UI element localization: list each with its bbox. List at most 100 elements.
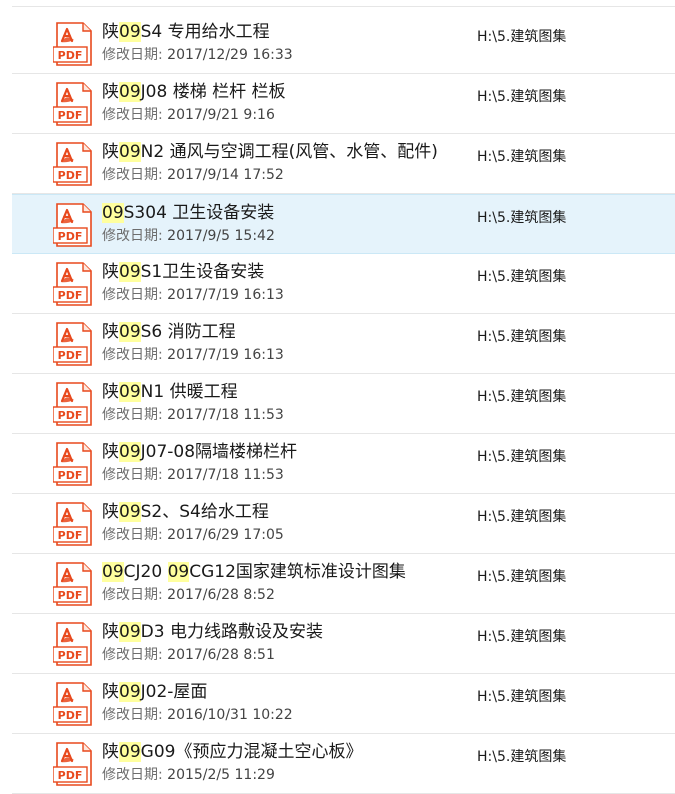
file-location: H:\5.建筑图集: [477, 569, 567, 585]
file-name: 陕09J02-屋面: [102, 681, 207, 703]
search-match-highlight: 09: [119, 142, 141, 162]
pdf-file-icon: PDF: [53, 22, 92, 66]
file-name-text: 陕: [102, 442, 119, 462]
pdf-icon-label: PDF: [58, 289, 83, 302]
file-name-text: N1 供暖工程: [140, 382, 238, 402]
file-name-text: 陕: [102, 262, 119, 282]
pdf-file-icon: PDF: [53, 622, 92, 666]
file-name-text: J07-08隔墙楼梯栏杆: [140, 442, 298, 462]
pdf-file-icon: PDF: [53, 262, 92, 306]
modified-date: 修改日期: 2017/6/29 17:05: [102, 526, 284, 544]
file-name-text: D3 电力线路敷设及安装: [140, 622, 323, 642]
modified-date-label: 修改日期:: [102, 287, 168, 303]
pdf-file-icon: PDF: [53, 502, 92, 546]
file-name-text: 陕: [102, 382, 119, 402]
search-result-row[interactable]: PDF 陕09S2、S4给水工程 修改日期: 2017/6/29 17:05 H:\5…: [12, 494, 675, 554]
file-name-text: CG12国家建筑标准设计图集: [189, 562, 406, 582]
file-name-text: 陕: [102, 622, 119, 642]
search-result-row[interactable]: PDF 陕09G09《预应力混凝土空心板》 修改日期: 2015/2/5 11:29…: [12, 734, 675, 794]
search-result-row[interactable]: PDF 陕09D3 电力线路敷设及安装 修改日期: 2017/6/28 8:51 H:…: [12, 614, 675, 674]
modified-date: 修改日期: 2016/10/31 10:22: [102, 706, 293, 724]
file-name: 陕09S2、S4给水工程: [102, 501, 269, 523]
modified-date-value: 2017/7/18 11:53: [167, 467, 284, 483]
file-name-text: 陕: [102, 22, 119, 42]
modified-date-value: 2017/12/29 16:33: [167, 47, 293, 63]
pdf-file-icon: PDF: [53, 562, 92, 606]
modified-date-label: 修改日期:: [102, 527, 168, 543]
search-match-highlight: 09: [119, 322, 141, 342]
modified-date: 修改日期: 2017/7/18 11:53: [102, 466, 284, 484]
file-name-text: J08 楼梯 栏杆 栏板: [140, 82, 286, 102]
modified-date-label: 修改日期:: [102, 47, 168, 63]
modified-date: 修改日期: 2017/6/28 8:52: [102, 586, 275, 604]
search-result-row[interactable]: PDF 陕09S4 专用给水工程修改日期: 2017/12/29 16:33 H:\…: [12, 14, 675, 74]
modified-date-value: 2017/7/19 16:13: [167, 347, 284, 363]
file-name-text: 陕: [102, 682, 119, 702]
modified-date-value: 2017/6/28 8:51: [167, 647, 275, 663]
file-name: 陕09D3 电力线路敷设及安装: [102, 621, 323, 643]
search-result-row[interactable]: PDF 陕09J07-08隔墙楼梯栏杆修改日期: 2017/7/18 11:53 H…: [12, 434, 675, 494]
file-location: H:\5.建筑图集: [477, 389, 567, 405]
search-result-row[interactable]: PDF 陕09S1卫生设备安装 修改日期: 2017/7/19 16:13 H:\5.…: [12, 254, 675, 314]
modified-date-label: 修改日期:: [102, 167, 168, 183]
file-name-text: 陕: [102, 742, 119, 762]
search-match-highlight: 09: [102, 203, 124, 223]
modified-date-label: 修改日期:: [102, 107, 168, 123]
file-location: H:\5.建筑图集: [477, 149, 567, 165]
search-match-highlight: 09: [119, 502, 141, 522]
file-location: H:\5.建筑图集: [477, 689, 567, 705]
pdf-icon-label: PDF: [58, 49, 83, 62]
modified-date-value: 2017/9/21 9:16: [167, 107, 275, 123]
search-result-row[interactable]: PDF 陕09N1 供暖工程 修改日期: 2017/7/18 11:53 H:\5.建…: [12, 374, 675, 434]
file-name: 陕09N1 供暖工程: [102, 381, 238, 403]
search-result-row[interactable]: PDF 09CJ20 09CG12国家建筑标准设计图集 修改日期: 2017/6/2…: [12, 554, 675, 614]
modified-date: 修改日期: 2015/2/5 11:29: [102, 766, 275, 784]
search-result-row[interactable]: PDF 陕09J02-屋面修改日期: 2016/10/31 10:22 H:\5.建…: [12, 674, 675, 734]
file-location: H:\5.建筑图集: [477, 329, 567, 345]
pdf-file-icon: PDF: [53, 442, 92, 486]
search-match-highlight: 09: [119, 382, 141, 402]
pdf-icon-label: PDF: [58, 709, 83, 722]
search-match-highlight: 09: [119, 622, 141, 642]
file-name-text: S304 卫生设备安装: [123, 203, 275, 223]
modified-date-label: 修改日期:: [102, 587, 168, 603]
modified-date-value: 2017/9/14 17:52: [167, 167, 284, 183]
modified-date-label: 修改日期:: [102, 347, 168, 363]
modified-date-value: 2015/2/5 11:29: [167, 767, 275, 783]
pdf-icon-label: PDF: [58, 469, 83, 482]
search-match-highlight: 09: [119, 742, 141, 762]
modified-date: 修改日期: 2017/7/19 16:13: [102, 346, 284, 364]
pdf-icon-label: PDF: [58, 169, 83, 182]
pdf-icon-label: PDF: [58, 349, 83, 362]
file-location: H:\5.建筑图集: [477, 29, 567, 45]
file-name-text: S2、S4给水工程: [140, 502, 269, 522]
modified-date: 修改日期: 2017/9/21 9:16: [102, 106, 275, 124]
pdf-file-icon: PDF: [53, 682, 92, 726]
modified-date-label: 修改日期:: [102, 467, 168, 483]
pdf-file-icon: PDF: [53, 203, 92, 247]
modified-date-value: 2017/7/18 11:53: [167, 407, 284, 423]
modified-date-value: 2017/9/5 15:42: [167, 228, 275, 244]
file-location: H:\5.建筑图集: [477, 210, 567, 226]
file-name-text: 陕: [102, 322, 119, 342]
file-location: H:\5.建筑图集: [477, 449, 567, 465]
search-match-highlight: 09: [119, 82, 141, 102]
file-name: 陕09S4 专用给水工程: [102, 21, 270, 43]
pdf-file-icon: PDF: [53, 82, 92, 126]
file-name-text: S1卫生设备安装: [140, 262, 265, 282]
pdf-file-icon: PDF: [53, 322, 92, 366]
modified-date-label: 修改日期:: [102, 228, 168, 244]
search-result-row[interactable]: PDF 陕09S6 消防工程修改日期: 2017/7/19 16:13 H:\5.建…: [12, 314, 675, 374]
pdf-icon-label: PDF: [58, 230, 83, 243]
search-match-highlight: 09: [119, 22, 141, 42]
search-result-row[interactable]: PDF 陕09N2 通风与空调工程(风管、水管、配件) 修改日期: 2017/9/1…: [12, 134, 675, 194]
search-result-row[interactable]: PDF 09S304 卫生设备安装修改日期: 2017/9/5 15:42 H:\5…: [12, 194, 675, 254]
pdf-icon-label: PDF: [58, 589, 83, 602]
file-name: 陕09G09《预应力混凝土空心板》: [102, 741, 362, 763]
modified-date: 修改日期: 2017/9/5 15:42: [102, 227, 275, 245]
file-name-text: S6 消防工程: [140, 322, 236, 342]
search-match-highlight: 09: [102, 562, 124, 582]
file-name: 陕09J07-08隔墙楼梯栏杆: [102, 441, 297, 463]
search-result-row[interactable]: PDF 陕09J08 楼梯 栏杆 栏板 修改日期: 2017/9/21 9:16 H:…: [12, 74, 675, 134]
file-location: H:\5.建筑图集: [477, 269, 567, 285]
